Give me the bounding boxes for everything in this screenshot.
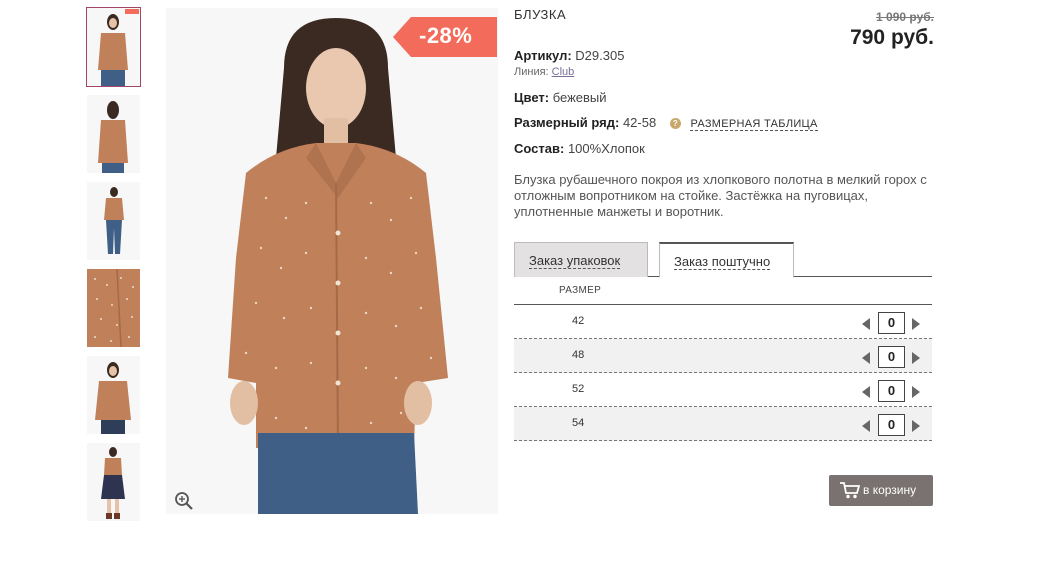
quantity-input[interactable]: 0 bbox=[878, 414, 905, 436]
size-table-link[interactable]: РАЗМЕРНАЯ ТАБЛИЦА bbox=[690, 118, 818, 131]
composition-label: Состав: bbox=[514, 141, 565, 156]
arrow-left-icon[interactable] bbox=[862, 318, 870, 330]
arrow-left-icon[interactable] bbox=[862, 386, 870, 398]
order-tabs: Заказ упаковок Заказ поштучно bbox=[514, 242, 932, 278]
thumbnail-4[interactable] bbox=[87, 269, 140, 347]
thumbnail-discount-badge bbox=[125, 9, 139, 14]
article-value: D29.305 bbox=[575, 48, 625, 63]
arrow-right-icon[interactable] bbox=[912, 420, 920, 432]
quantity-stepper: 0 bbox=[860, 312, 932, 334]
question-icon[interactable]: ? bbox=[669, 118, 681, 129]
add-to-cart-label: в корзину bbox=[863, 483, 917, 497]
product-main-image[interactable]: -28% bbox=[166, 8, 498, 514]
thumbnail-2[interactable] bbox=[87, 95, 140, 173]
thumbnail-1[interactable] bbox=[86, 7, 141, 87]
arrow-left-icon[interactable] bbox=[862, 352, 870, 364]
table-row: 42 0 bbox=[514, 305, 932, 339]
current-price: 790 руб. bbox=[850, 26, 934, 49]
tab-piece-order[interactable]: Заказ поштучно bbox=[659, 242, 794, 278]
arrow-right-icon[interactable] bbox=[912, 318, 920, 330]
line-link[interactable]: Club bbox=[552, 66, 575, 78]
quantity-stepper: 0 bbox=[860, 346, 932, 368]
zoom-in-icon[interactable] bbox=[174, 491, 194, 511]
composition-value: 100%Хлопок bbox=[567, 141, 645, 156]
tab-package-order[interactable]: Заказ упаковок bbox=[514, 242, 648, 277]
add-to-cart-button[interactable]: в корзину bbox=[829, 475, 933, 506]
thumbnail-5[interactable] bbox=[87, 356, 140, 434]
quantity-input[interactable]: 0 bbox=[878, 312, 905, 334]
size-column-header: РАЗМЕР bbox=[559, 285, 602, 296]
size-range-row: Размерный ряд: 42-58 ? РАЗМЕРНАЯ ТАБЛИЦА bbox=[514, 115, 818, 131]
composition-row: Состав: 100%Хлопок bbox=[514, 141, 645, 156]
tab-package-order-label: Заказ упаковок bbox=[529, 253, 621, 269]
tab-piece-order-label: Заказ поштучно bbox=[674, 254, 771, 270]
size-value: 52 bbox=[572, 383, 585, 395]
size-range-label: Размерный ряд: bbox=[514, 115, 620, 130]
arrow-left-icon[interactable] bbox=[862, 420, 870, 432]
size-value: 42 bbox=[572, 315, 585, 327]
size-value: 54 bbox=[572, 417, 585, 429]
line-label: Линия: bbox=[514, 66, 549, 78]
quantity-input[interactable]: 0 bbox=[878, 346, 905, 368]
product-title: БЛУЗКА bbox=[514, 7, 567, 22]
cart-icon bbox=[840, 482, 860, 499]
table-row: 54 0 bbox=[514, 407, 932, 441]
size-value: 48 bbox=[572, 349, 585, 361]
thumbnail-6[interactable] bbox=[87, 443, 140, 521]
table-row: 52 0 bbox=[514, 373, 932, 407]
discount-text: -28% bbox=[419, 23, 473, 48]
article-label: Артикул: bbox=[514, 48, 572, 63]
product-description: Блузка рубашечного покроя из хлопкового … bbox=[514, 172, 927, 219]
quantity-stepper: 0 bbox=[860, 380, 932, 402]
table-row: 48 0 bbox=[514, 339, 932, 373]
arrow-right-icon[interactable] bbox=[912, 352, 920, 364]
quantity-stepper: 0 bbox=[860, 414, 932, 436]
color-value: бежевый bbox=[552, 90, 607, 105]
color-label: Цвет: bbox=[514, 90, 550, 105]
old-price: 1 090 руб. bbox=[876, 10, 934, 24]
line-row: Линия: Club bbox=[514, 66, 574, 78]
color-row: Цвет: бежевый bbox=[514, 90, 607, 105]
discount-badge: -28% bbox=[393, 17, 497, 57]
size-range-value: 42-58 bbox=[622, 115, 657, 130]
article-row: Артикул: D29.305 bbox=[514, 48, 624, 63]
arrow-right-icon[interactable] bbox=[912, 386, 920, 398]
quantity-input[interactable]: 0 bbox=[878, 380, 905, 402]
thumbnail-3[interactable] bbox=[87, 182, 140, 260]
